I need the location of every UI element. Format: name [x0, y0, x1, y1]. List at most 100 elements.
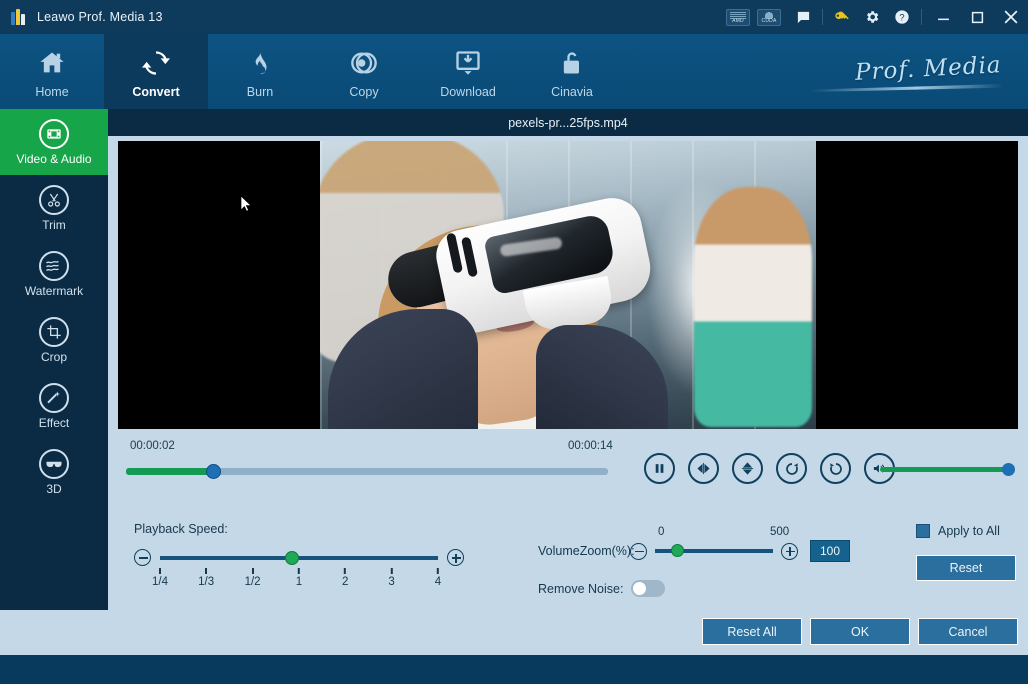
sidebar-label-effect: Effect [39, 416, 69, 430]
download-icon [453, 45, 483, 81]
sidebar-item-3d[interactable]: 3D [0, 439, 108, 505]
playback-speed-ticks: 1/4 1/3 1/2 1 2 3 4 [160, 568, 438, 594]
pillarbox-right [816, 141, 1018, 429]
brand-swoosh [812, 84, 1002, 92]
amd-badge[interactable]: AMD [726, 9, 750, 26]
flip-vertical-button[interactable] [732, 453, 763, 484]
settings-icon[interactable] [857, 0, 887, 34]
volume-zoom-max: 500 [770, 526, 789, 538]
cuda-badge[interactable]: CUDA [757, 9, 781, 26]
nav-item-cinavia[interactable]: Cinavia [520, 34, 624, 109]
glasses-icon [39, 449, 69, 479]
volume-zoom-thumb[interactable] [671, 544, 684, 557]
brand-text: Prof. Media [855, 52, 1003, 86]
title-bar: Leawo Prof. Media 13 AMD CUDA ? [0, 0, 1028, 34]
minimize-button[interactable] [926, 0, 960, 34]
disc-icon [349, 45, 379, 81]
maximize-button[interactable] [960, 0, 994, 34]
divider [921, 9, 922, 25]
svg-text:?: ? [899, 12, 904, 22]
speed-tick: 3 [388, 576, 394, 588]
apply-to-all-row[interactable]: Apply to All [916, 524, 1024, 538]
ok-button[interactable]: OK [810, 618, 910, 645]
nav-item-convert[interactable]: Convert [104, 34, 208, 109]
sidebar-item-video-audio[interactable]: Video & Audio [0, 109, 108, 175]
nav-label-home: Home [35, 85, 68, 99]
volume-zoom-slider[interactable] [655, 549, 773, 553]
nav-item-burn[interactable]: Burn [208, 34, 312, 109]
remove-noise-label: Remove Noise: [538, 582, 623, 596]
register-key-icon[interactable] [827, 0, 857, 34]
nav-item-download[interactable]: Download [416, 34, 520, 109]
sidebar-label-watermark: Watermark [25, 284, 83, 298]
volume-zoom-value[interactable]: 100 [810, 540, 850, 562]
sidebar-item-effect[interactable]: Effect [0, 373, 108, 439]
apply-reset-block: Apply to All Reset [916, 524, 1024, 581]
speed-tick: 4 [435, 576, 441, 588]
speed-plus-icon[interactable] [447, 549, 464, 566]
nav-item-home[interactable]: Home [0, 34, 104, 109]
volume-zoom-label: VolumeZoom(%): [538, 544, 630, 558]
flame-icon [247, 45, 273, 81]
seek-progress [126, 468, 214, 475]
nav-label-burn: Burn [247, 85, 273, 99]
reset-button[interactable]: Reset [916, 555, 1016, 581]
speed-tick: 1/2 [245, 576, 261, 588]
volume-zoom-scale: 0 500 [630, 526, 790, 540]
footer-buttons: Reset All OK Cancel [702, 618, 1018, 645]
speed-minus-icon[interactable] [134, 549, 151, 566]
close-button[interactable] [994, 0, 1028, 34]
sidebar-label-trim: Trim [42, 218, 66, 232]
sidebar-label-3d: 3D [46, 482, 61, 496]
volume-zoom-minus-icon[interactable] [630, 543, 647, 560]
feedback-icon[interactable] [788, 0, 818, 34]
total-time: 00:00:14 [568, 440, 613, 452]
speed-tick: 2 [342, 576, 348, 588]
remove-noise-row: Remove Noise: [538, 580, 878, 597]
help-icon[interactable]: ? [887, 0, 917, 34]
volume-zoom-plus-icon[interactable] [781, 543, 798, 560]
reset-all-button[interactable]: Reset All [702, 618, 802, 645]
current-time: 00:00:02 [130, 440, 175, 452]
window-title: Leawo Prof. Media 13 [37, 10, 163, 24]
pillarbox-left [118, 141, 320, 429]
playback-speed-slider[interactable] [160, 556, 438, 560]
volume-zoom-min: 0 [658, 526, 664, 538]
rotate-counterclockwise-button[interactable] [820, 453, 851, 484]
sidebar-item-watermark[interactable]: Watermark [0, 241, 108, 307]
seek-thumb[interactable] [206, 464, 221, 479]
apply-to-all-checkbox[interactable] [916, 524, 930, 538]
nav-label-convert: Convert [132, 85, 179, 99]
scissors-icon [39, 185, 69, 215]
speed-tick: 1 [296, 576, 302, 588]
nav-item-copy[interactable]: Copy [312, 34, 416, 109]
title-bar-actions: AMD CUDA ? [726, 0, 1028, 34]
seek-slider[interactable] [126, 468, 608, 475]
toggle-knob [633, 582, 646, 595]
speed-tick: 1/4 [152, 576, 168, 588]
playback-speed-label: Playback Speed: [134, 522, 464, 536]
options-area: Playback Speed: 1/4 1/3 1/2 1 2 3 4 0 [118, 514, 1018, 610]
magic-wand-icon [39, 383, 69, 413]
pause-button[interactable] [644, 453, 675, 484]
app-window: Leawo Prof. Media 13 AMD CUDA ? [0, 0, 1028, 684]
flip-horizontal-button[interactable] [688, 453, 719, 484]
cancel-button[interactable]: Cancel [918, 618, 1018, 645]
playback-speed-control: Playback Speed: 1/4 1/3 1/2 1 2 3 4 [134, 522, 464, 594]
background-child-right [694, 187, 812, 427]
crop-icon [39, 317, 69, 347]
rotate-clockwise-button[interactable] [776, 453, 807, 484]
apply-to-all-label: Apply to All [938, 524, 1000, 538]
video-frame [320, 141, 816, 429]
remove-noise-toggle[interactable] [631, 580, 665, 597]
video-preview[interactable] [118, 141, 1018, 429]
sidebar-label-video-audio: Video & Audio [16, 152, 91, 166]
playback-speed-thumb[interactable] [285, 551, 299, 565]
volume-thumb[interactable] [1002, 463, 1015, 476]
leawo-logo-icon [11, 9, 27, 25]
sidebar-item-crop[interactable]: Crop [0, 307, 108, 373]
sidebar-item-trim[interactable]: Trim [0, 175, 108, 241]
volume-slider[interactable] [880, 467, 1010, 472]
nav-label-copy: Copy [349, 85, 378, 99]
file-name-bar: pexels-pr...25fps.mp4 [108, 109, 1028, 136]
